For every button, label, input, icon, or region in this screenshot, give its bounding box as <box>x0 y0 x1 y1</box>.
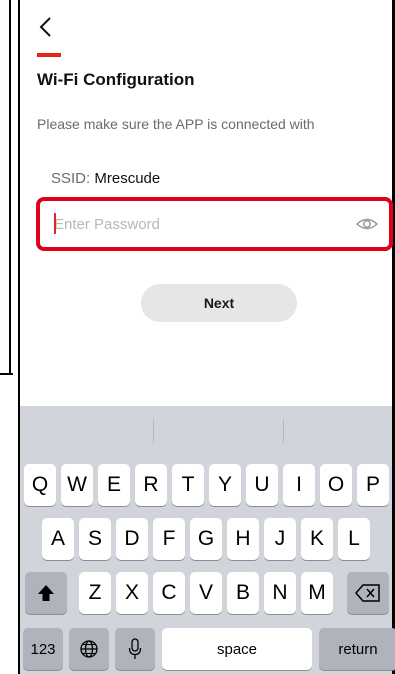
key-o[interactable]: O <box>320 464 352 506</box>
shift-key[interactable] <box>25 572 67 614</box>
key-u[interactable]: U <box>246 464 278 506</box>
page-title: Wi-Fi Configuration <box>37 70 195 89</box>
key-r[interactable]: R <box>135 464 167 506</box>
page-subtitle: Please make sure the APP is connected wi… <box>37 116 315 132</box>
text-cursor <box>54 213 56 234</box>
show-password-toggle[interactable] <box>354 213 380 235</box>
key-w[interactable]: W <box>61 464 93 506</box>
left-frame-edge <box>0 0 11 375</box>
ssid-label: SSID: <box>51 170 91 187</box>
key-b[interactable]: B <box>227 572 259 614</box>
key-h[interactable]: H <box>227 518 259 560</box>
left-frame-edge-bottom <box>0 373 13 375</box>
shift-icon <box>38 585 54 601</box>
key-g[interactable]: G <box>190 518 222 560</box>
key-t[interactable]: T <box>172 464 204 506</box>
key-f[interactable]: F <box>153 518 185 560</box>
key-z[interactable]: Z <box>79 572 111 614</box>
key-e[interactable]: E <box>98 464 130 506</box>
eye-icon <box>355 218 379 230</box>
globe-icon <box>80 640 98 658</box>
key-n[interactable]: N <box>264 572 296 614</box>
key-p[interactable]: P <box>357 464 389 506</box>
title-accent-bar <box>37 53 61 57</box>
key-x[interactable]: X <box>116 572 148 614</box>
numbers-key[interactable]: 123 <box>23 628 63 670</box>
key-a[interactable]: A <box>42 518 74 560</box>
ssid-row: SSID: Mrescude <box>51 170 160 187</box>
predictive-divider <box>283 419 284 443</box>
return-key[interactable]: return <box>319 628 395 670</box>
backspace-key[interactable] <box>347 572 389 614</box>
chevron-left-icon <box>39 17 51 37</box>
password-input[interactable] <box>44 215 334 233</box>
onscreen-keyboard: QWERTYUIOP ASDFGHJKL ZXCVBNM 123 space r… <box>20 406 395 674</box>
microphone-icon <box>128 638 142 659</box>
key-y[interactable]: Y <box>209 464 241 506</box>
predictive-divider <box>153 419 154 443</box>
dictation-key[interactable] <box>115 628 155 670</box>
key-s[interactable]: S <box>79 518 111 560</box>
key-c[interactable]: C <box>153 572 185 614</box>
space-key[interactable]: space <box>162 628 312 670</box>
key-i[interactable]: I <box>283 464 315 506</box>
predictive-text-bar <box>20 406 392 456</box>
back-button[interactable] <box>30 10 60 44</box>
key-d[interactable]: D <box>116 518 148 560</box>
ssid-value: Mrescude <box>94 170 161 187</box>
backspace-icon <box>355 584 380 602</box>
key-m[interactable]: M <box>301 572 333 614</box>
wifi-config-screen: Wi-Fi Configuration Please make sure the… <box>20 0 395 674</box>
password-field[interactable] <box>44 205 384 243</box>
key-q[interactable]: Q <box>24 464 56 506</box>
key-v[interactable]: V <box>190 572 222 614</box>
key-k[interactable]: K <box>301 518 333 560</box>
next-button[interactable]: Next <box>141 284 297 322</box>
key-j[interactable]: J <box>264 518 296 560</box>
key-l[interactable]: L <box>338 518 370 560</box>
globe-key[interactable] <box>69 628 109 670</box>
